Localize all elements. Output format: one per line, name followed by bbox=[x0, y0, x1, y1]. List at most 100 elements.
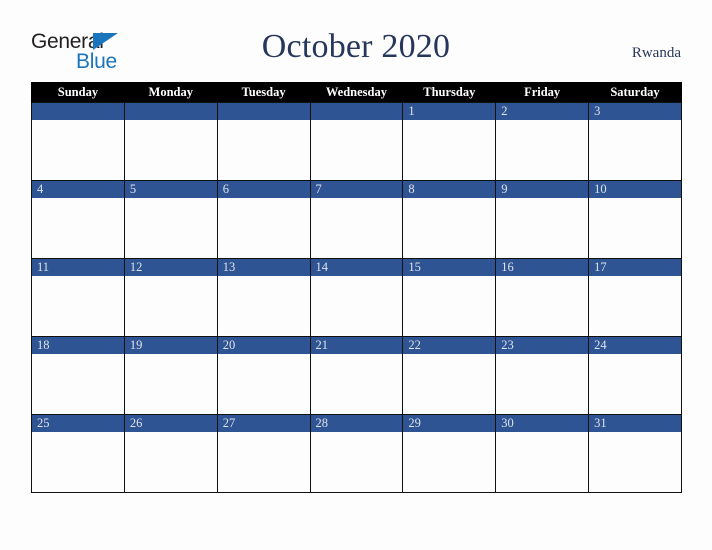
day-content-area[interactable] bbox=[310, 198, 403, 257]
day-content-area[interactable] bbox=[124, 120, 217, 179]
day-cell[interactable]: 7 bbox=[309, 180, 404, 259]
week-row: 1 2 3 bbox=[31, 102, 682, 181]
day-cell[interactable]: 10 bbox=[588, 180, 682, 259]
day-cell[interactable]: 22 bbox=[402, 336, 497, 415]
day-content-area[interactable] bbox=[310, 276, 403, 335]
day-number bbox=[310, 103, 403, 120]
day-cell[interactable]: 21 bbox=[309, 336, 404, 415]
day-cell[interactable] bbox=[123, 102, 218, 181]
day-number: 5 bbox=[124, 181, 217, 198]
day-cell[interactable]: 19 bbox=[123, 336, 218, 415]
day-content-area[interactable] bbox=[32, 432, 124, 491]
day-cell[interactable] bbox=[31, 102, 125, 181]
weekday-header-sunday: Sunday bbox=[31, 82, 125, 103]
day-number: 24 bbox=[589, 337, 681, 354]
day-number: 19 bbox=[124, 337, 217, 354]
day-number: 31 bbox=[589, 415, 681, 432]
day-cell[interactable]: 23 bbox=[495, 336, 590, 415]
day-content-area[interactable] bbox=[403, 276, 496, 335]
day-cell[interactable]: 2 bbox=[495, 102, 590, 181]
day-content-area[interactable] bbox=[589, 354, 681, 413]
day-cell[interactable]: 17 bbox=[588, 258, 682, 337]
day-cell[interactable] bbox=[216, 102, 311, 181]
day-cell[interactable]: 29 bbox=[402, 414, 497, 493]
day-content-area[interactable] bbox=[589, 432, 681, 491]
day-cell[interactable]: 8 bbox=[402, 180, 497, 259]
day-cell[interactable]: 6 bbox=[216, 180, 311, 259]
day-content-area[interactable] bbox=[32, 120, 124, 179]
day-content-area[interactable] bbox=[217, 276, 310, 335]
weekday-header-row: Sunday Monday Tuesday Wednesday Thursday… bbox=[31, 82, 682, 103]
week-row: 25 26 27 28 29 30 31 bbox=[31, 414, 682, 493]
day-content-area[interactable] bbox=[124, 432, 217, 491]
day-cell[interactable]: 24 bbox=[588, 336, 682, 415]
day-content-area[interactable] bbox=[124, 276, 217, 335]
day-content-area[interactable] bbox=[589, 276, 681, 335]
weekday-header-friday: Friday bbox=[495, 82, 590, 103]
day-content-area[interactable] bbox=[217, 198, 310, 257]
day-content-area[interactable] bbox=[32, 354, 124, 413]
day-number: 15 bbox=[403, 259, 496, 276]
day-content-area[interactable] bbox=[496, 276, 589, 335]
day-content-area[interactable] bbox=[589, 198, 681, 257]
day-cell[interactable]: 3 bbox=[588, 102, 682, 181]
day-number: 22 bbox=[403, 337, 496, 354]
day-cell[interactable]: 12 bbox=[123, 258, 218, 337]
day-number: 16 bbox=[496, 259, 589, 276]
day-content-area[interactable] bbox=[310, 354, 403, 413]
calendar-grid: Sunday Monday Tuesday Wednesday Thursday… bbox=[31, 82, 682, 493]
day-cell[interactable]: 14 bbox=[309, 258, 404, 337]
day-content-area[interactable] bbox=[310, 120, 403, 179]
weekday-header-monday: Monday bbox=[123, 82, 218, 103]
day-cell[interactable]: 13 bbox=[216, 258, 311, 337]
day-content-area[interactable] bbox=[496, 120, 589, 179]
day-cell[interactable]: 5 bbox=[123, 180, 218, 259]
day-number: 14 bbox=[310, 259, 403, 276]
day-content-area[interactable] bbox=[403, 198, 496, 257]
week-row: 4 5 6 7 8 9 10 bbox=[31, 180, 682, 259]
day-content-area[interactable] bbox=[32, 198, 124, 257]
day-number: 25 bbox=[32, 415, 124, 432]
day-cell[interactable]: 11 bbox=[31, 258, 125, 337]
day-content-area[interactable] bbox=[403, 354, 496, 413]
day-content-area[interactable] bbox=[403, 120, 496, 179]
day-content-area[interactable] bbox=[496, 354, 589, 413]
day-content-area[interactable] bbox=[217, 354, 310, 413]
day-number: 26 bbox=[124, 415, 217, 432]
day-cell[interactable]: 31 bbox=[588, 414, 682, 493]
country-label: Rwanda bbox=[631, 45, 681, 61]
day-content-area[interactable] bbox=[124, 354, 217, 413]
day-number: 7 bbox=[310, 181, 403, 198]
day-number: 20 bbox=[217, 337, 310, 354]
day-number: 3 bbox=[589, 103, 681, 120]
day-number bbox=[32, 103, 124, 120]
day-number: 27 bbox=[217, 415, 310, 432]
day-content-area[interactable] bbox=[496, 198, 589, 257]
day-content-area[interactable] bbox=[124, 198, 217, 257]
day-cell[interactable]: 20 bbox=[216, 336, 311, 415]
day-cell[interactable]: 18 bbox=[31, 336, 125, 415]
day-cell[interactable]: 26 bbox=[123, 414, 218, 493]
day-content-area[interactable] bbox=[496, 432, 589, 491]
day-content-area[interactable] bbox=[32, 276, 124, 335]
day-cell[interactable]: 30 bbox=[495, 414, 590, 493]
day-content-area[interactable] bbox=[403, 432, 496, 491]
day-cell[interactable]: 4 bbox=[31, 180, 125, 259]
day-number: 11 bbox=[32, 259, 124, 276]
day-cell[interactable] bbox=[309, 102, 404, 181]
day-number: 12 bbox=[124, 259, 217, 276]
day-cell[interactable]: 27 bbox=[216, 414, 311, 493]
day-cell[interactable]: 1 bbox=[402, 102, 497, 181]
day-cell[interactable]: 16 bbox=[495, 258, 590, 337]
day-cell[interactable]: 15 bbox=[402, 258, 497, 337]
day-content-area[interactable] bbox=[217, 432, 310, 491]
day-cell[interactable]: 28 bbox=[309, 414, 404, 493]
day-content-area[interactable] bbox=[217, 120, 310, 179]
day-number: 13 bbox=[217, 259, 310, 276]
day-content-area[interactable] bbox=[310, 432, 403, 491]
day-cell[interactable]: 9 bbox=[495, 180, 590, 259]
weekday-header-thursday: Thursday bbox=[402, 82, 497, 103]
day-cell[interactable]: 25 bbox=[31, 414, 125, 493]
day-content-area[interactable] bbox=[589, 120, 681, 179]
day-number: 17 bbox=[589, 259, 681, 276]
